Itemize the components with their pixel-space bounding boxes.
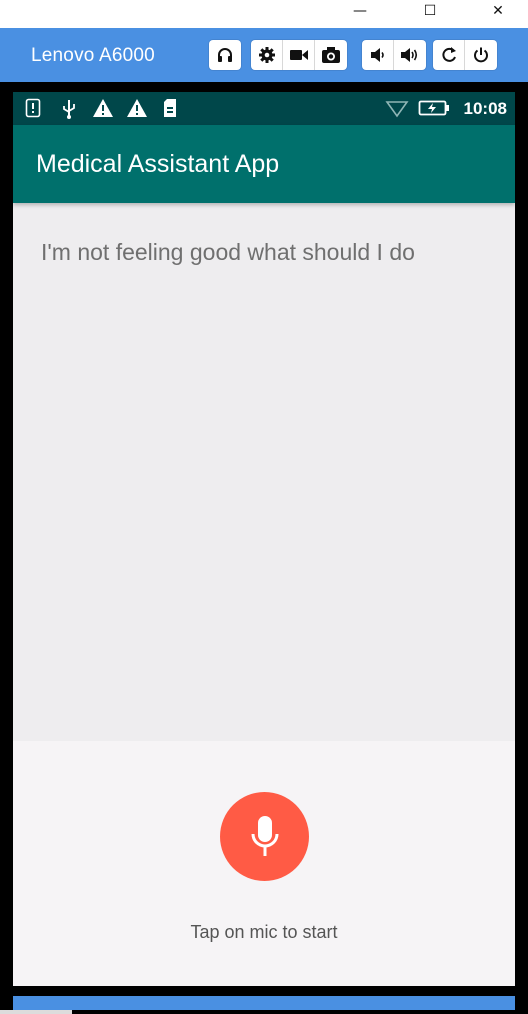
volume-down-icon bbox=[370, 48, 384, 62]
close-glyph: ✕ bbox=[492, 3, 504, 19]
emulator-toolbar: Lenovo A6000 bbox=[0, 28, 528, 82]
app-title: Medical Assistant App bbox=[36, 150, 280, 178]
headphones-button[interactable] bbox=[209, 40, 241, 70]
warning-icon bbox=[127, 99, 147, 117]
warning-icon bbox=[93, 99, 113, 117]
screenshot-button[interactable] bbox=[315, 40, 347, 70]
speech-text: I'm not feeling good what should I do bbox=[41, 239, 415, 265]
volume-group bbox=[362, 40, 426, 70]
app-bar: Medical Assistant App bbox=[13, 125, 515, 203]
audio-group bbox=[209, 40, 241, 70]
sd-card-icon bbox=[164, 99, 176, 117]
settings-button[interactable] bbox=[251, 40, 283, 70]
wifi-icon bbox=[385, 101, 409, 118]
mic-hint: Tap on mic to start bbox=[190, 922, 338, 942]
emulator-bottom-bar bbox=[13, 996, 515, 1010]
volume-up-button[interactable] bbox=[394, 40, 426, 70]
gear-icon bbox=[258, 47, 275, 63]
mic-panel: Tap on mic to start bbox=[13, 741, 515, 986]
rotate-button[interactable] bbox=[433, 40, 465, 70]
alert-icon bbox=[25, 98, 41, 118]
device-name: Lenovo A6000 bbox=[31, 45, 155, 66]
minimize-button[interactable]: — bbox=[337, 0, 383, 22]
power-button[interactable] bbox=[465, 40, 497, 70]
battery-charging-icon bbox=[418, 100, 449, 116]
power-icon bbox=[474, 47, 488, 63]
mic-button[interactable] bbox=[220, 792, 309, 881]
window-titlebar: — ☐ ✕ bbox=[0, 0, 528, 28]
volume-up-icon bbox=[401, 48, 418, 62]
minimize-glyph: — bbox=[353, 3, 367, 19]
phone-screen: 10:08 Medical Assistant App I'm not feel… bbox=[13, 92, 515, 986]
system-group bbox=[433, 40, 497, 70]
video-camera-icon bbox=[289, 50, 308, 60]
rotate-icon bbox=[441, 47, 456, 62]
maximize-button[interactable]: ☐ bbox=[407, 0, 453, 22]
capture-group bbox=[251, 40, 347, 70]
status-bar: 10:08 bbox=[13, 92, 515, 125]
transcript-area: I'm not feeling good what should I do bbox=[13, 203, 515, 741]
camera-icon bbox=[322, 47, 340, 63]
usb-icon bbox=[63, 100, 75, 119]
maximize-glyph: ☐ bbox=[423, 3, 437, 19]
record-video-button[interactable] bbox=[283, 40, 315, 70]
microphone-icon bbox=[251, 815, 278, 856]
scroll-indicator bbox=[0, 1010, 72, 1014]
volume-down-button[interactable] bbox=[362, 40, 394, 70]
clock: 10:08 bbox=[463, 99, 507, 118]
headphones-icon bbox=[218, 48, 232, 62]
close-button[interactable]: ✕ bbox=[475, 0, 521, 22]
